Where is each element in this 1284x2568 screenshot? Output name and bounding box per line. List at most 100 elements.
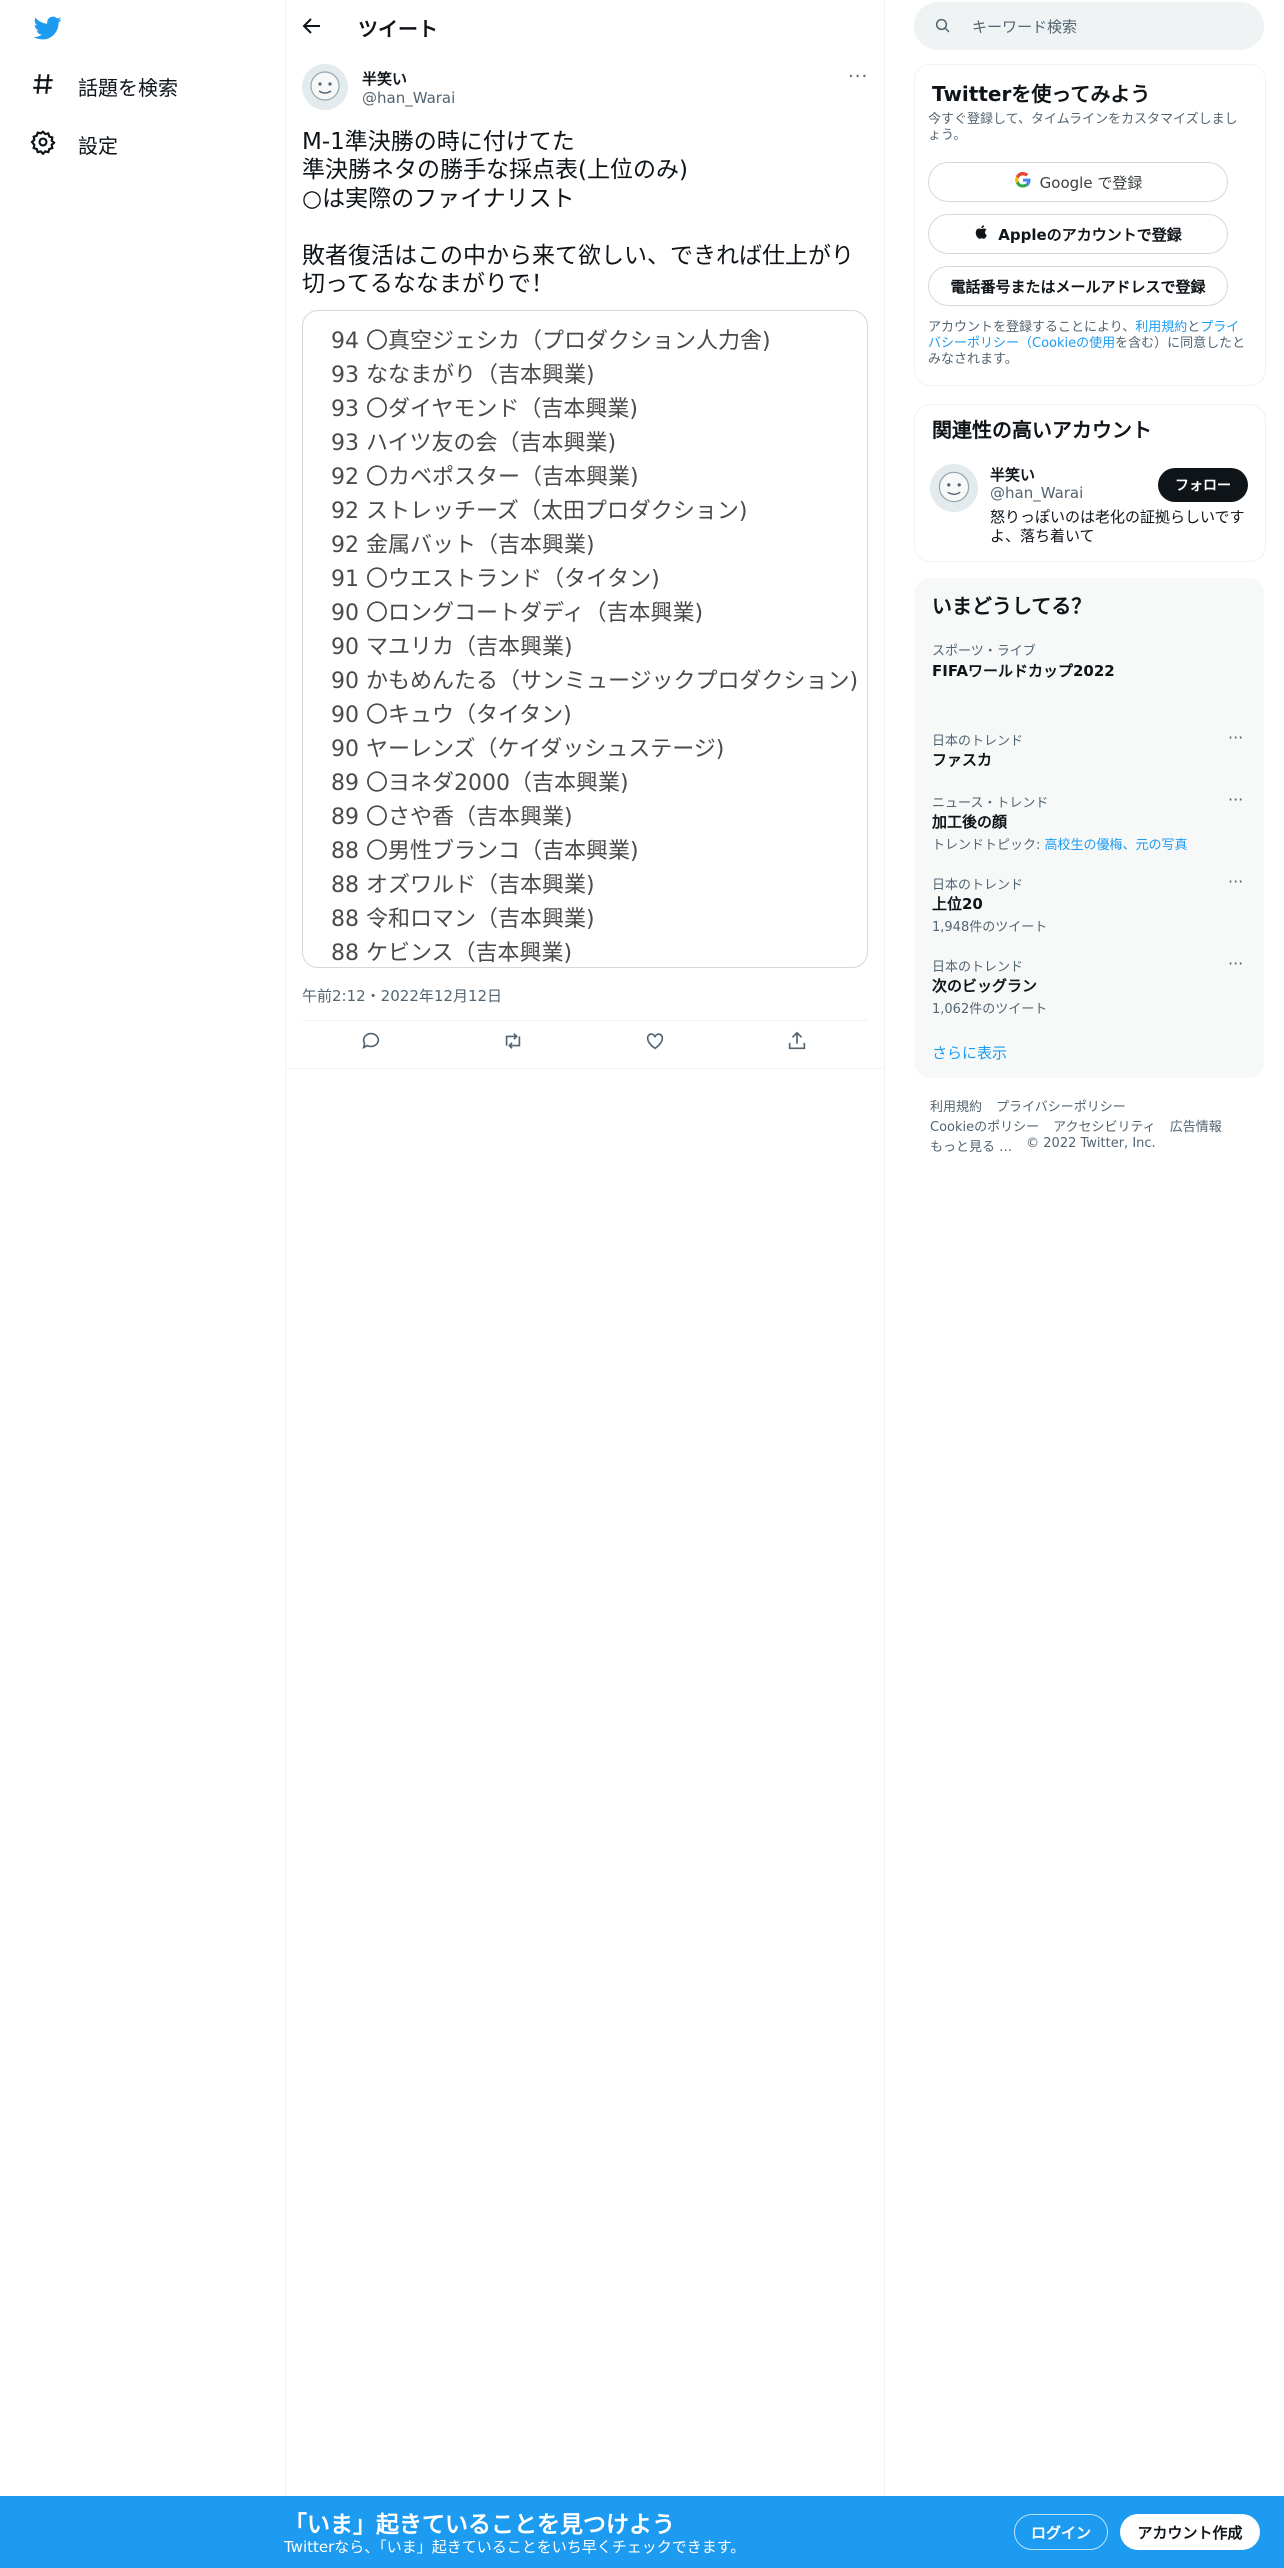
ranking-row: 89 〇ヨネダ2000（吉本興業) (331, 771, 629, 796)
ranking-row: 88 〇男性ブランコ（吉本興業) (331, 839, 639, 864)
signup-subtitle: 今すぐ登録して、タイムラインをカスタマイズしましょう。 (928, 112, 1238, 143)
terms-link[interactable]: 利用規約 (1135, 320, 1187, 335)
ranking-row: 92 ストレッチーズ（太田プロダクション) (331, 499, 748, 524)
column-divider (285, 0, 286, 2500)
related-title: 関連性の高いアカウント (932, 418, 1152, 442)
phone-signup-label: 電話番号またはメールアドレスで登録 (950, 277, 1206, 296)
follow-button[interactable]: フォロー (1158, 468, 1248, 502)
related-bio: 怒りっぽいのは老化の証拠らしいですよ、落ち着いて (990, 508, 1245, 545)
column-divider (884, 0, 885, 2500)
trend-topic: トレンドトピック: 高校生の優梅、元の写真 (932, 834, 1188, 853)
trend-tweet-count: 1,948件のツイート (932, 920, 1048, 935)
ranking-row: 94 〇真空ジェシカ（プロダクション人力舎) (331, 329, 771, 354)
gear-icon (30, 129, 56, 160)
ranking-row: 93 ハイツ友の会（吉本興業) (331, 431, 617, 456)
author-handle[interactable]: @han_Warai (362, 89, 455, 107)
divider (302, 1020, 868, 1021)
trend-category: スポーツ・ライブ (932, 644, 1036, 659)
nav-item-explore[interactable]: 話題を検索 (30, 64, 178, 108)
trend-topic-link[interactable]: 高校生の優梅、元の写真 (1045, 838, 1188, 853)
divider (286, 1068, 884, 1069)
trend-more-icon[interactable]: ··· (1228, 954, 1243, 973)
trend-name[interactable]: 上位20 (932, 893, 983, 914)
show-more-link[interactable]: さらに表示 (932, 1042, 1007, 1063)
ranking-row: 89 〇さや香（吉本興業) (331, 805, 573, 830)
avatar[interactable] (302, 64, 348, 110)
apple-signup-label: Appleのアカウントで登録 (998, 225, 1182, 244)
legal-prefix: アカウントを登録することにより、 (928, 320, 1136, 335)
trend-name[interactable]: ファスカ (932, 749, 992, 770)
ranking-row: 90 〇キュウ（タイタン) (331, 703, 572, 728)
tweet-text: M-1準決勝の時に付けてた 準決勝ネタの勝手な採点表(上位のみ) ○は実際のファ… (302, 129, 854, 298)
phone-email-signup-button[interactable]: 電話番号またはメールアドレスで登録 (928, 266, 1228, 306)
ranking-row: 88 ケビンス（吉本興業) (331, 941, 573, 966)
page-title: ツイート (358, 17, 438, 41)
ranking-row: 92 金属バット（吉本興業) (331, 533, 595, 558)
ranking-row: 90 かもめんたる（サンミュージックプロダクション) (331, 669, 859, 694)
back-arrow-icon[interactable] (300, 14, 326, 40)
related-avatar[interactable] (930, 464, 978, 512)
signup-legal-text: アカウントを登録することにより、利用規約とプライバシーポリシー（Cookieの使… (928, 320, 1248, 368)
trend-name[interactable]: FIFAワールドカップ2022 (932, 660, 1115, 681)
trend-category: 日本のトレンド (932, 734, 1024, 749)
trends-title: いまどうしてる？ (932, 594, 1092, 618)
search-icon (934, 17, 952, 35)
trend-more-icon[interactable]: ··· (1228, 728, 1243, 747)
reply-icon[interactable] (360, 1030, 388, 1058)
copyright: © 2022 Twitter, Inc. (1026, 1136, 1156, 1151)
footer-link[interactable]: プライバシーポリシー (996, 1096, 1126, 1115)
ranking-row: 90 〇ロングコートダディ（吉本興業) (331, 601, 704, 626)
google-icon (1014, 171, 1032, 193)
legal-and: と (1187, 320, 1201, 335)
apple-signup-button[interactable]: Appleのアカウントで登録 (928, 214, 1228, 254)
more-options-icon[interactable]: ··· (848, 66, 868, 87)
google-signup-button[interactable]: Google で登録 (928, 162, 1228, 202)
ranking-row: 92 〇カベポスター（吉本興業) (331, 465, 639, 490)
ranking-row: 91 〇ウエストランド（タイタン) (331, 567, 660, 592)
footer-more-link[interactable]: もっと見る … (930, 1136, 1012, 1155)
search-bar[interactable]: キーワード検索 (914, 2, 1264, 50)
trend-more-icon[interactable]: ··· (1228, 790, 1243, 809)
apple-icon (974, 223, 990, 245)
ranking-row: 90 ヤーレンズ（ケイダッシュステージ) (331, 737, 725, 762)
footer-link[interactable]: 利用規約 (930, 1096, 982, 1115)
trend-name[interactable]: 次のビッグラン (932, 975, 1037, 996)
ranking-row: 88 オズワルド（吉本興業) (331, 873, 595, 898)
footer-row-1: 利用規約 プライバシーポリシー (930, 1096, 1126, 1115)
author-name[interactable]: 半笑い (362, 68, 407, 89)
login-button[interactable]: ログイン (1014, 2514, 1108, 2550)
ranking-row: 88 令和ロマン（吉本興業) (331, 907, 595, 932)
trend-topic-prefix: トレンドトピック: (932, 838, 1045, 853)
search-input[interactable]: キーワード検索 (972, 16, 1077, 37)
footer-link[interactable]: 広告情報 (1170, 1116, 1222, 1135)
related-handle[interactable]: @han_Warai (990, 484, 1083, 502)
footer-link[interactable]: アクセシビリティ (1053, 1116, 1156, 1135)
ranking-row: 93 〇ダイヤモンド（吉本興業) (331, 397, 638, 422)
trend-category: 日本のトレンド (932, 960, 1024, 975)
signup-title: Twitterを使ってみよう (932, 82, 1151, 106)
footer-link[interactable]: Cookieのポリシー (930, 1116, 1039, 1135)
footer-row-3: もっと見る … © 2022 Twitter, Inc. (930, 1136, 1156, 1155)
twitter-bird-icon[interactable] (32, 14, 64, 42)
tweet-image-ranking-list[interactable]: 94 〇真空ジェシカ（プロダクション人力舎) 93 ななまがり（吉本興業) 93 〇… (302, 310, 868, 968)
nav-item-settings[interactable]: 設定 (30, 122, 118, 166)
trend-name[interactable]: 加工後の顔 (932, 811, 1007, 832)
retweet-icon[interactable] (502, 1030, 530, 1058)
share-icon[interactable] (786, 1030, 814, 1058)
like-icon[interactable] (644, 1030, 672, 1058)
ranking-row: 90 マユリカ（吉本興業) (331, 635, 573, 660)
footer-row-2: Cookieのポリシー アクセシビリティ 広告情報 (930, 1116, 1222, 1135)
trend-more-icon[interactable]: ··· (1228, 872, 1243, 891)
ranking-row: 93 ななまがり（吉本興業) (331, 363, 595, 388)
nav-item-label: 話題を検索 (78, 75, 178, 100)
bottom-bar-title: 「いま」起きていることを見つけよう (284, 2512, 675, 2538)
trend-category: 日本のトレンド (932, 878, 1024, 893)
related-name[interactable]: 半笑い (990, 464, 1035, 485)
create-account-button[interactable]: アカウント作成 (1120, 2514, 1260, 2550)
nav-item-label: 設定 (78, 133, 118, 158)
trend-tweet-count: 1,062件のツイート (932, 1002, 1048, 1017)
google-signup-label: Google で登録 (1039, 173, 1143, 192)
hashtag-icon (30, 71, 56, 102)
tweet-timestamp[interactable]: 午前2:12・2022年12月12日 (302, 985, 502, 1006)
bottom-bar-subtitle: Twitterなら、「いま」起きていることをいち早くチェックできます。 (284, 2538, 746, 2556)
